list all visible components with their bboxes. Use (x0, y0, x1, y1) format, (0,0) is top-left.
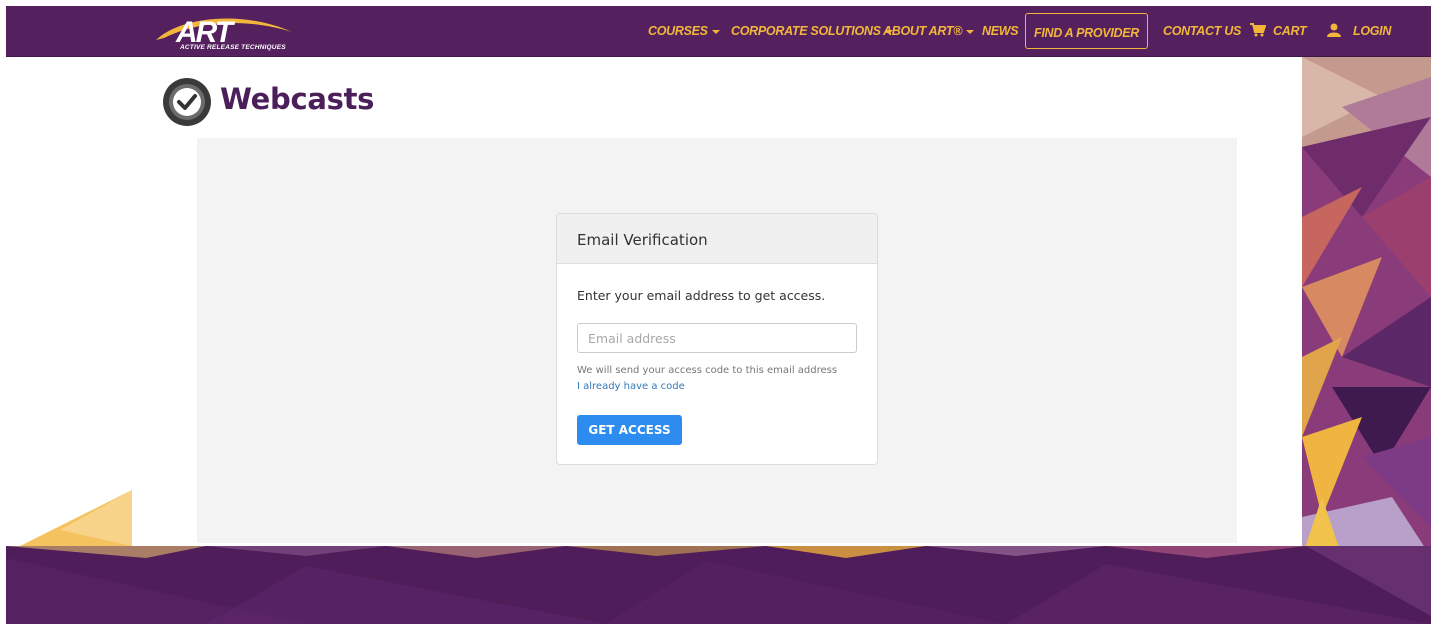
nav-news[interactable]: NEWS (982, 24, 1019, 38)
logo-subtitle: ACTIVE RELEASE TECHNIQUES (180, 44, 286, 51)
nav-corporate-label: CORPORATE SOLUTIONS (731, 24, 881, 38)
nav-contact-us[interactable]: CONTACT US (1163, 24, 1241, 38)
find-provider-label: FIND A PROVIDER (1034, 26, 1139, 40)
nav-courses[interactable]: COURSES (648, 24, 720, 38)
caret-down-icon (711, 29, 720, 34)
nav-about-label: ABOUT ART® (883, 24, 963, 38)
panel-heading: Email Verification (557, 214, 877, 264)
email-input[interactable] (577, 323, 857, 353)
nav-login[interactable]: LOGIN (1353, 24, 1391, 38)
panel-intro-text: Enter your email address to get access. (577, 288, 826, 303)
have-code-link[interactable]: I already have a code (577, 381, 685, 392)
site-header: ART ACTIVE RELEASE TECHNIQUES COURSES CO… (6, 6, 1431, 57)
email-help-text: We will send your access code to this em… (577, 365, 838, 376)
caret-down-icon (966, 29, 975, 34)
find-provider-button[interactable]: FIND A PROVIDER (1025, 13, 1148, 49)
email-verification-panel: Email Verification Enter your email addr… (556, 213, 878, 465)
checkmark-badge-icon (162, 77, 212, 127)
cart-icon[interactable] (1250, 23, 1266, 37)
nav-corporate-solutions[interactable]: CORPORATE SOLUTIONS (731, 24, 893, 38)
nav-courses-label: COURSES (648, 24, 708, 38)
footer-band (6, 546, 1431, 624)
user-icon[interactable] (1327, 23, 1341, 37)
page-title: Webcasts (220, 82, 375, 116)
decorative-pattern-right (1302, 57, 1431, 557)
get-access-button[interactable]: GET ACCESS (577, 415, 682, 445)
nav-cart[interactable]: CART (1273, 24, 1307, 38)
nav-about-art[interactable]: ABOUT ART® (883, 24, 975, 38)
art-logo[interactable]: ART ACTIVE RELEASE TECHNIQUES (154, 12, 294, 54)
